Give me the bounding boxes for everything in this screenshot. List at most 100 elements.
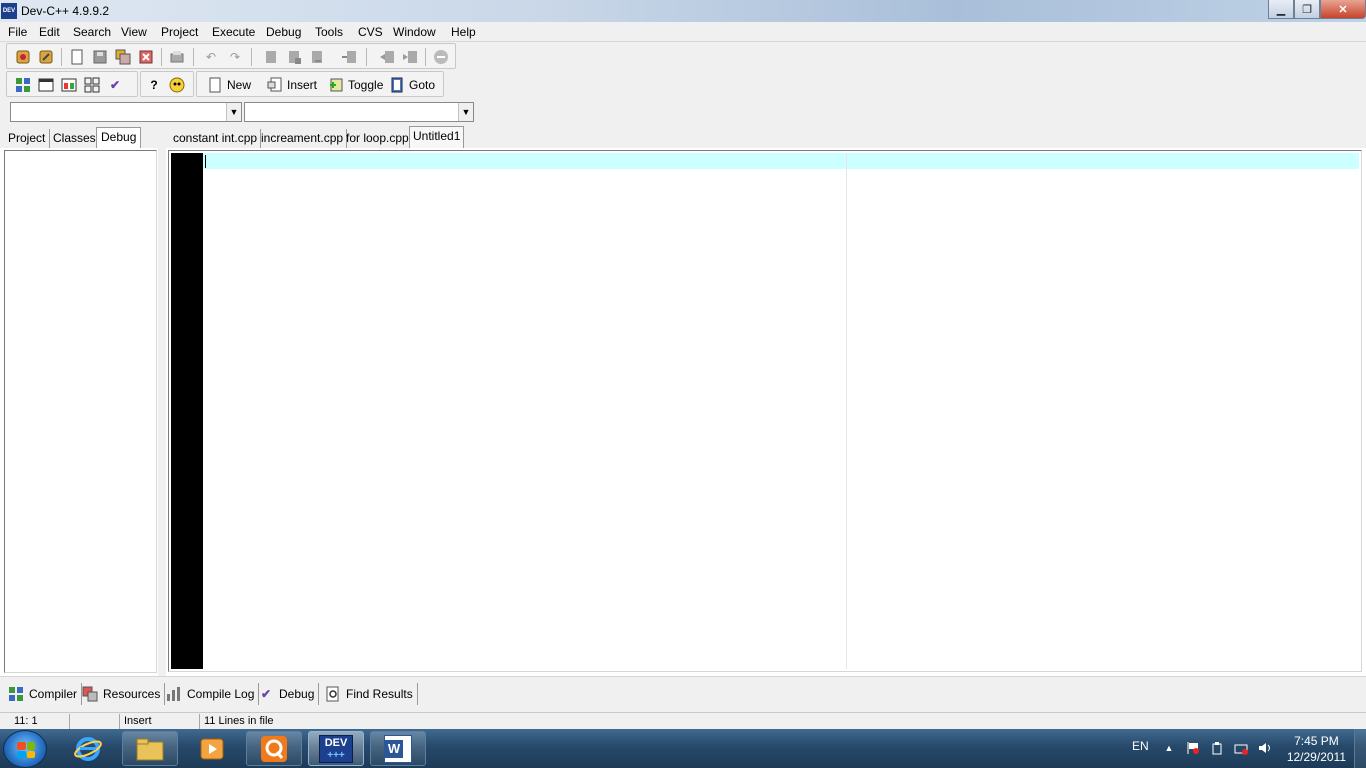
clock-time: 7:45 PM [1294, 734, 1339, 748]
panel-splitter[interactable] [158, 126, 166, 676]
chevron-down-icon[interactable]: ▼ [458, 103, 473, 121]
goto-line-icon[interactable] [341, 49, 357, 65]
menu-window[interactable]: Window [393, 25, 436, 39]
compile-icon[interactable] [15, 77, 31, 93]
menu-project[interactable]: Project [161, 25, 198, 39]
undo-icon[interactable]: ↶ [203, 49, 219, 65]
action-center-flag-icon[interactable] [1186, 741, 1200, 755]
insert-button[interactable]: Insert [287, 78, 317, 92]
new-file-icon[interactable] [69, 49, 85, 65]
menu-cvs[interactable]: CVS [358, 25, 383, 39]
menu-file[interactable]: File [8, 25, 27, 39]
open-project-icon[interactable] [15, 49, 31, 65]
lines-info: 11 Lines in file [204, 715, 274, 727]
replace-icon[interactable] [286, 49, 302, 65]
internet-explorer-icon[interactable] [60, 731, 116, 766]
toggle-button[interactable]: Toggle [348, 78, 383, 92]
dev-cpp-taskbar-button[interactable]: DEV +++ [308, 731, 364, 766]
tab-resources[interactable]: Resources [78, 683, 166, 705]
find-results-icon [325, 686, 341, 702]
compile-run-icon[interactable] [61, 77, 77, 93]
goto-bookmark-icon[interactable] [389, 77, 405, 93]
indent-icon[interactable] [379, 49, 395, 65]
modified-indicator [70, 714, 120, 729]
close-project-icon[interactable] [38, 49, 54, 65]
help-toolbar: ? [140, 71, 194, 97]
find-icon[interactable] [263, 49, 279, 65]
help-icon[interactable]: ? [146, 77, 162, 93]
member-combo[interactable]: ▼ [244, 102, 474, 122]
menu-debug[interactable]: Debug [266, 25, 301, 39]
tab-find-results-label: Find Results [346, 687, 413, 701]
print-icon[interactable] [169, 49, 185, 65]
close-button[interactable]: ✕ [1320, 0, 1366, 19]
tab-compiler[interactable]: Compiler [4, 683, 83, 705]
unindent-icon[interactable] [402, 49, 418, 65]
file-explorer-icon[interactable] [122, 731, 178, 766]
goto-button[interactable]: Goto [409, 78, 435, 92]
run-icon[interactable] [38, 77, 54, 93]
menu-help[interactable]: Help [451, 25, 476, 39]
menu-search[interactable]: Search [73, 25, 111, 39]
tab-classes[interactable]: Classes [49, 129, 101, 148]
dev-cpp-app-icon[interactable]: DEV [1, 3, 17, 19]
tab-for-loop-cpp[interactable]: for loop.cpp [343, 129, 413, 148]
cursor-position: 11: 1 [0, 714, 70, 729]
right-margin-line [846, 153, 847, 669]
debug-panel[interactable] [4, 150, 157, 673]
tab-project[interactable]: Project [4, 129, 51, 148]
close-file-icon[interactable] [138, 49, 154, 65]
tab-compile-log-label: Compile Log [187, 687, 255, 701]
new-page-icon[interactable] [207, 77, 223, 93]
new-button[interactable]: New [227, 78, 251, 92]
tab-find-results[interactable]: Find Results [321, 683, 418, 705]
toggle-bookmark-icon[interactable] [328, 77, 344, 93]
media-player-icon[interactable] [184, 731, 240, 766]
code-editor[interactable] [168, 150, 1362, 672]
chevron-down-icon[interactable]: ▼ [226, 103, 241, 121]
save-all-icon[interactable] [115, 49, 131, 65]
class-combo[interactable]: ▼ [10, 102, 242, 122]
main-toolbar: ↶ ↷ [6, 43, 456, 69]
debug-check-icon[interactable]: ✔ [107, 77, 123, 93]
editor-tabs: constant int.cpp increament.cpp for loop… [166, 126, 1366, 148]
minimize-button[interactable]: ▁ [1268, 0, 1294, 19]
chevron-up-icon[interactable]: ▲ [1162, 741, 1176, 755]
menu-execute[interactable]: Execute [212, 25, 255, 39]
compiler-icon [8, 686, 24, 702]
insert-mode: Insert [120, 714, 200, 729]
menu-bar: File Edit Search View Project Execute De… [0, 22, 1366, 42]
show-desktop-button[interactable] [1354, 729, 1366, 768]
quicktime-icon[interactable] [246, 731, 302, 766]
word-icon[interactable]: W [370, 731, 426, 766]
compile-toolbar: ✔ [6, 71, 138, 97]
comment-icon[interactable] [433, 49, 449, 65]
maximize-button[interactable]: ❐ [1294, 0, 1320, 19]
debug-check-icon: ✔ [260, 687, 272, 701]
start-button[interactable] [3, 730, 47, 768]
tab-debug-report[interactable]: ✔ Debug [254, 683, 320, 705]
volume-icon[interactable] [1258, 741, 1272, 755]
tab-increament-cpp[interactable]: increament.cpp [258, 129, 348, 148]
menu-view[interactable]: View [121, 25, 147, 39]
language-indicator[interactable]: EN [1132, 739, 1149, 753]
redo-icon[interactable]: ↷ [227, 49, 243, 65]
tab-untitled1[interactable]: Untitled1 [409, 126, 465, 148]
tab-compile-log[interactable]: Compile Log [162, 683, 260, 705]
line-number-gutter [171, 153, 203, 669]
find-next-icon[interactable] [309, 49, 325, 65]
clock[interactable]: 7:45 PM 12/29/2011 [1287, 733, 1346, 765]
tab-constant-int-cpp[interactable]: constant int.cpp [170, 129, 262, 148]
insert-icon[interactable] [267, 77, 283, 93]
network-icon[interactable] [1234, 741, 1248, 755]
bookmark-toolbar: New Insert Toggle Goto [196, 71, 444, 97]
save-icon[interactable] [92, 49, 108, 65]
title-bar: DEV Dev-C++ 4.9.9.2 ▁ ❐ ✕ [0, 0, 1366, 22]
safely-remove-hardware-icon[interactable] [1210, 741, 1224, 755]
about-icon[interactable] [169, 77, 185, 93]
rebuild-icon[interactable] [84, 77, 100, 93]
menu-tools[interactable]: Tools [315, 25, 343, 39]
text-caret [205, 155, 206, 168]
menu-edit[interactable]: Edit [39, 25, 60, 39]
tab-debug[interactable]: Debug [96, 127, 142, 148]
